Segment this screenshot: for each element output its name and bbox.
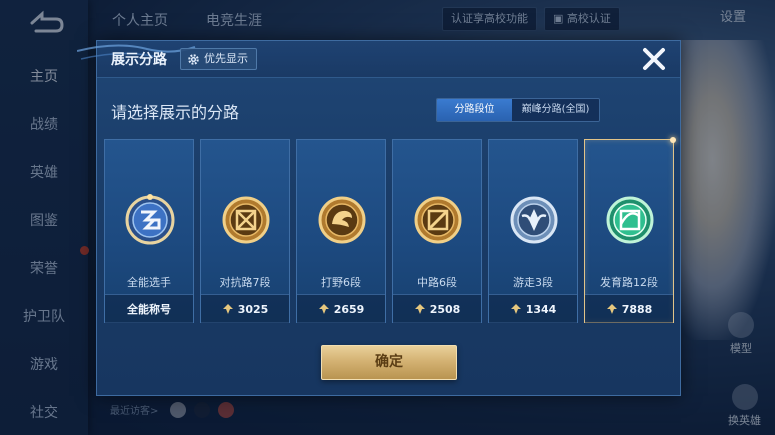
- peak-points-icon: [510, 304, 521, 314]
- lane-card-name: 对抗路7段: [219, 276, 271, 289]
- peak-points-icon: [318, 304, 329, 314]
- lane-card-footer: 2659: [297, 294, 385, 323]
- gear-icon: [188, 53, 199, 65]
- farm-lane-badge-icon: [606, 196, 654, 244]
- selected-marker: [670, 137, 676, 143]
- lane-card-footer-text: 全能称号: [127, 303, 171, 316]
- peak-points-icon: [414, 304, 425, 314]
- jungle-badge-icon: [318, 196, 366, 244]
- lane-card-name: 全能选手: [127, 276, 171, 289]
- priority-display-label: 优先显示: [204, 52, 248, 65]
- peak-points-icon: [222, 304, 233, 314]
- lane-mode-tabs: 分路段位 巅峰分路(全国): [436, 98, 600, 122]
- lane-card-points: 2508: [429, 302, 461, 316]
- confirm-button[interactable]: 确定: [321, 345, 457, 380]
- lane-card-roam[interactable]: 游走3段 1344: [488, 139, 578, 323]
- clash-lane-badge-icon: [222, 196, 270, 244]
- tab-peak-lane[interactable]: 巅峰分路(全国): [512, 99, 599, 121]
- peak-points-icon: [606, 304, 617, 314]
- roam-badge-icon: [510, 196, 558, 244]
- lane-card-footer: 1344: [489, 294, 577, 323]
- lane-card-footer: 7888: [585, 294, 673, 323]
- lane-card-all-round[interactable]: 全能选手 全能称号: [104, 139, 194, 323]
- lane-card-footer: 2508: [393, 294, 481, 323]
- lane-card-mid[interactable]: 中路6段 2508: [392, 139, 482, 323]
- lane-card-points: 2659: [333, 302, 365, 316]
- lane-card-name: 游走3段: [513, 276, 553, 289]
- lane-card-points: 7888: [621, 302, 653, 316]
- lane-card-name: 发育路12段: [600, 276, 658, 289]
- dialog-header: 展示分路 优先显示: [77, 41, 680, 78]
- dialog-title: 展示分路: [111, 52, 167, 68]
- lane-card-clash[interactable]: 对抗路7段 3025: [200, 139, 290, 323]
- tab-lane-rank[interactable]: 分路段位: [437, 99, 512, 121]
- priority-display-button[interactable]: 优先显示: [180, 48, 257, 70]
- lane-card-points: 1344: [525, 302, 557, 316]
- all-round-badge-icon: [125, 194, 175, 245]
- mid-lane-badge-icon: [414, 196, 462, 244]
- lane-cards: 全能选手 全能称号 对抗路7段 3025 打野6段 2659 中路6段 2508…: [104, 137, 676, 323]
- lane-display-dialog: 展示分路 优先显示 请选择展示的分路 分路段位 巅峰分路(全国) 全能选手 全能…: [77, 40, 681, 396]
- lane-card-points: 3025: [237, 302, 269, 316]
- close-icon[interactable]: [640, 45, 668, 73]
- lane-card-footer: 全能称号: [105, 294, 193, 323]
- lane-card-footer: 3025: [201, 294, 289, 323]
- lane-card-name: 中路6段: [417, 276, 457, 289]
- dialog-subtitle: 请选择展示的分路: [111, 103, 240, 122]
- lane-card-farm[interactable]: 发育路12段 7888: [584, 137, 676, 323]
- lane-card-name: 打野6段: [321, 276, 361, 289]
- lane-card-jungle[interactable]: 打野6段 2659: [296, 139, 386, 323]
